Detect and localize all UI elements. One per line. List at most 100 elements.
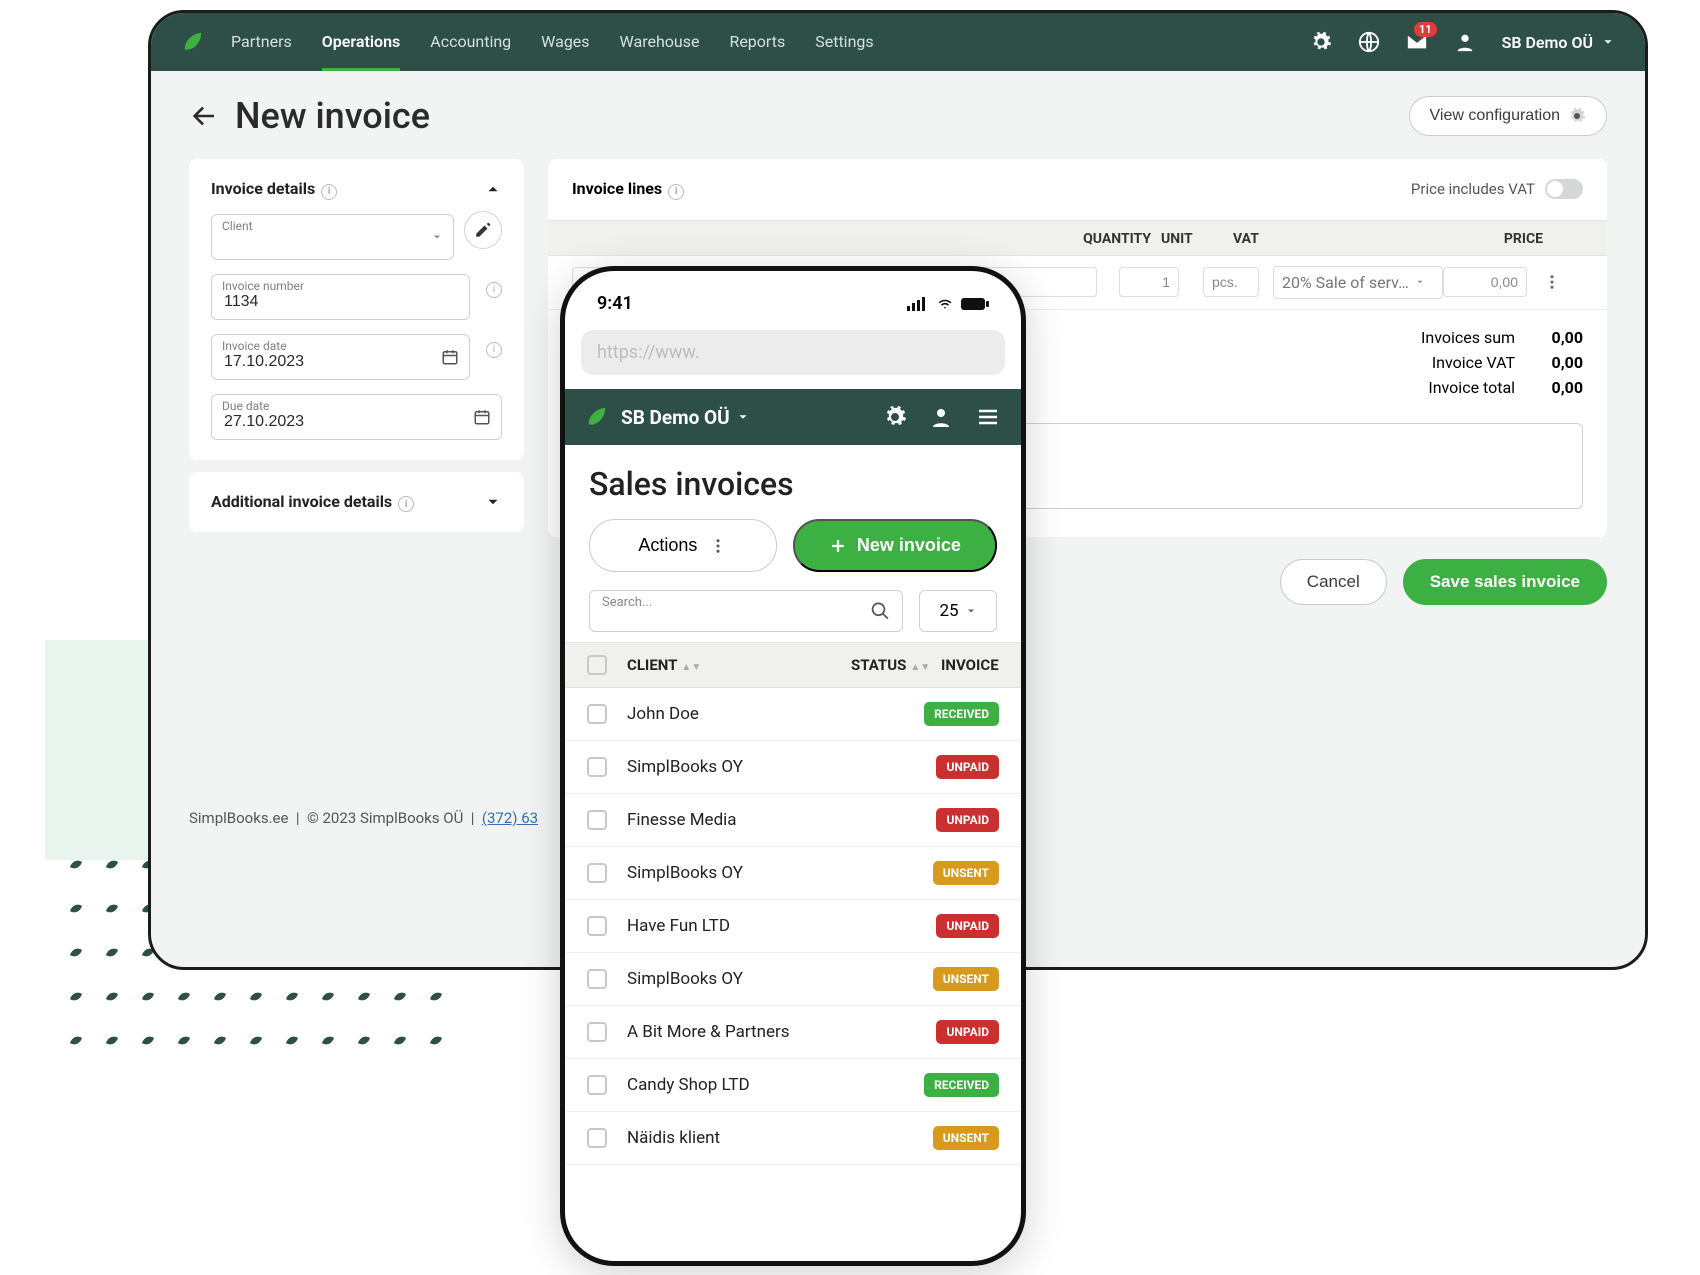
org-name: SB Demo OÜ xyxy=(1502,33,1593,52)
save-button[interactable]: Save sales invoice xyxy=(1403,559,1607,605)
page-title: New invoice xyxy=(235,95,430,137)
list-item[interactable]: SimplBooks OY UNSENT xyxy=(565,847,1021,900)
row-client: Have Fun LTD xyxy=(627,916,936,936)
invoice-details-panel: Invoice details i Client xyxy=(189,159,524,460)
hamburger-icon[interactable] xyxy=(975,405,1001,429)
col-invoice[interactable]: INVOICE xyxy=(941,656,999,674)
row-checkbox[interactable] xyxy=(587,810,607,830)
invoice-number-field[interactable]: Invoice number xyxy=(211,274,470,320)
nav-reports[interactable]: Reports xyxy=(729,32,785,53)
row-checkbox[interactable] xyxy=(587,1075,607,1095)
user-icon[interactable] xyxy=(929,405,953,429)
number-label: Invoice number xyxy=(222,279,304,293)
nav-wages[interactable]: Wages xyxy=(541,32,589,53)
select-all-checkbox[interactable] xyxy=(587,655,607,675)
additional-title: Additional invoice details xyxy=(211,492,392,511)
row-client: SimplBooks OY xyxy=(627,757,936,777)
gear-icon[interactable] xyxy=(883,405,907,429)
list-item[interactable]: John Doe RECEIVED xyxy=(565,688,1021,741)
phone-search-field[interactable]: Search... xyxy=(589,590,903,632)
row-checkbox[interactable] xyxy=(587,969,607,989)
nav-warehouse[interactable]: Warehouse xyxy=(620,32,700,53)
chevron-down-icon[interactable] xyxy=(484,493,502,511)
phone-topbar: SB Demo OÜ xyxy=(565,389,1021,445)
row-checkbox[interactable] xyxy=(587,863,607,883)
col-unit: UNIT xyxy=(1151,231,1223,247)
nav-partners[interactable]: Partners xyxy=(231,32,292,53)
line-qty-input[interactable] xyxy=(1119,267,1179,297)
org-switch[interactable]: SB Demo OÜ xyxy=(1502,33,1615,52)
topbar: Partners Operations Accounting Wages War… xyxy=(151,13,1645,71)
invoice-details-title: Invoice details xyxy=(211,179,315,198)
invoice-date-field[interactable]: Invoice date xyxy=(211,334,470,380)
line-vat-select[interactable]: 20% Sale of serv… xyxy=(1273,266,1443,299)
due-date-field[interactable]: Due date xyxy=(211,394,502,440)
info-icon[interactable]: i xyxy=(486,282,502,298)
globe-icon[interactable] xyxy=(1358,31,1380,53)
client-field[interactable]: Client xyxy=(211,214,454,260)
phone-url-bar[interactable]: https://www. xyxy=(581,330,1005,375)
row-checkbox[interactable] xyxy=(587,1128,607,1148)
view-config-button[interactable]: View configuration xyxy=(1409,96,1607,136)
row-client: John Doe xyxy=(627,704,924,724)
footer-phone[interactable]: (372) 63 xyxy=(482,809,538,827)
new-invoice-button[interactable]: New invoice xyxy=(793,519,997,572)
col-status[interactable]: STATUS xyxy=(851,656,906,674)
row-client: Näidis klient xyxy=(627,1128,933,1148)
line-price-input[interactable] xyxy=(1443,267,1527,297)
status-badge: UNSENT xyxy=(933,1126,999,1150)
gear-icon[interactable] xyxy=(1310,31,1332,53)
additional-details-panel[interactable]: Additional invoice details i xyxy=(189,472,524,533)
phone-org-switch[interactable]: SB Demo OÜ xyxy=(621,406,750,429)
nav-operations[interactable]: Operations xyxy=(322,32,400,71)
lines-header-row: QUANTITY UNIT VAT PRICE xyxy=(548,220,1607,256)
nav-settings[interactable]: Settings xyxy=(815,32,873,53)
per-page-select[interactable]: 25 xyxy=(919,590,997,632)
user-icon[interactable] xyxy=(1454,31,1476,53)
list-item[interactable]: SimplBooks OY UNPAID xyxy=(565,741,1021,794)
cancel-button[interactable]: Cancel xyxy=(1280,559,1387,605)
list-item[interactable]: A Bit More & Partners UNPAID xyxy=(565,1006,1021,1059)
nav-accounting[interactable]: Accounting xyxy=(430,32,511,53)
footer-site[interactable]: SimplBooks.ee xyxy=(189,809,288,827)
line-vat-value: 20% Sale of serv… xyxy=(1282,273,1409,292)
status-badge: RECEIVED xyxy=(924,702,999,726)
client-label: Client xyxy=(222,219,253,233)
row-checkbox[interactable] xyxy=(587,704,607,724)
search-icon[interactable] xyxy=(870,600,890,622)
list-item[interactable]: Näidis klient UNSENT xyxy=(565,1112,1021,1165)
line-menu-button[interactable] xyxy=(1543,273,1583,291)
col-client[interactable]: CLIENT xyxy=(627,656,677,674)
chevron-up-icon[interactable] xyxy=(484,180,502,198)
info-icon[interactable]: i xyxy=(486,342,502,358)
list-item[interactable]: Candy Shop LTD RECEIVED xyxy=(565,1059,1021,1112)
row-checkbox[interactable] xyxy=(587,1022,607,1042)
total-label: Invoice total xyxy=(1428,378,1515,397)
date-input[interactable] xyxy=(224,353,457,371)
client-input[interactable] xyxy=(224,233,441,251)
list-item[interactable]: SimplBooks OY UNSENT xyxy=(565,953,1021,1006)
line-unit-input[interactable] xyxy=(1203,267,1259,297)
info-icon[interactable]: i xyxy=(398,496,414,512)
status-badge: UNPAID xyxy=(936,755,999,779)
due-input[interactable] xyxy=(224,413,489,431)
vat-toggle[interactable] xyxy=(1545,179,1583,199)
vat-label: Price includes VAT xyxy=(1411,180,1535,198)
info-icon[interactable]: i xyxy=(321,184,337,200)
dots-vertical-icon xyxy=(1543,273,1561,291)
calendar-icon[interactable] xyxy=(473,408,491,426)
actions-button[interactable]: Actions xyxy=(589,519,777,572)
list-item[interactable]: Have Fun LTD UNPAID xyxy=(565,900,1021,953)
edit-client-button[interactable] xyxy=(464,211,502,249)
mail-icon-wrap[interactable]: 11 xyxy=(1406,31,1428,53)
number-input[interactable] xyxy=(224,293,457,311)
calendar-icon[interactable] xyxy=(441,348,459,366)
info-icon[interactable]: i xyxy=(668,184,684,200)
list-item[interactable]: Finesse Media UNPAID xyxy=(565,794,1021,847)
signal-icon xyxy=(907,297,929,311)
col-quantity: QUANTITY xyxy=(1041,231,1151,247)
phone-table-head: CLIENT▲▼ STATUS▲▼ INVOICE xyxy=(565,642,1021,688)
row-checkbox[interactable] xyxy=(587,757,607,777)
back-arrow-icon[interactable] xyxy=(189,101,219,131)
row-checkbox[interactable] xyxy=(587,916,607,936)
